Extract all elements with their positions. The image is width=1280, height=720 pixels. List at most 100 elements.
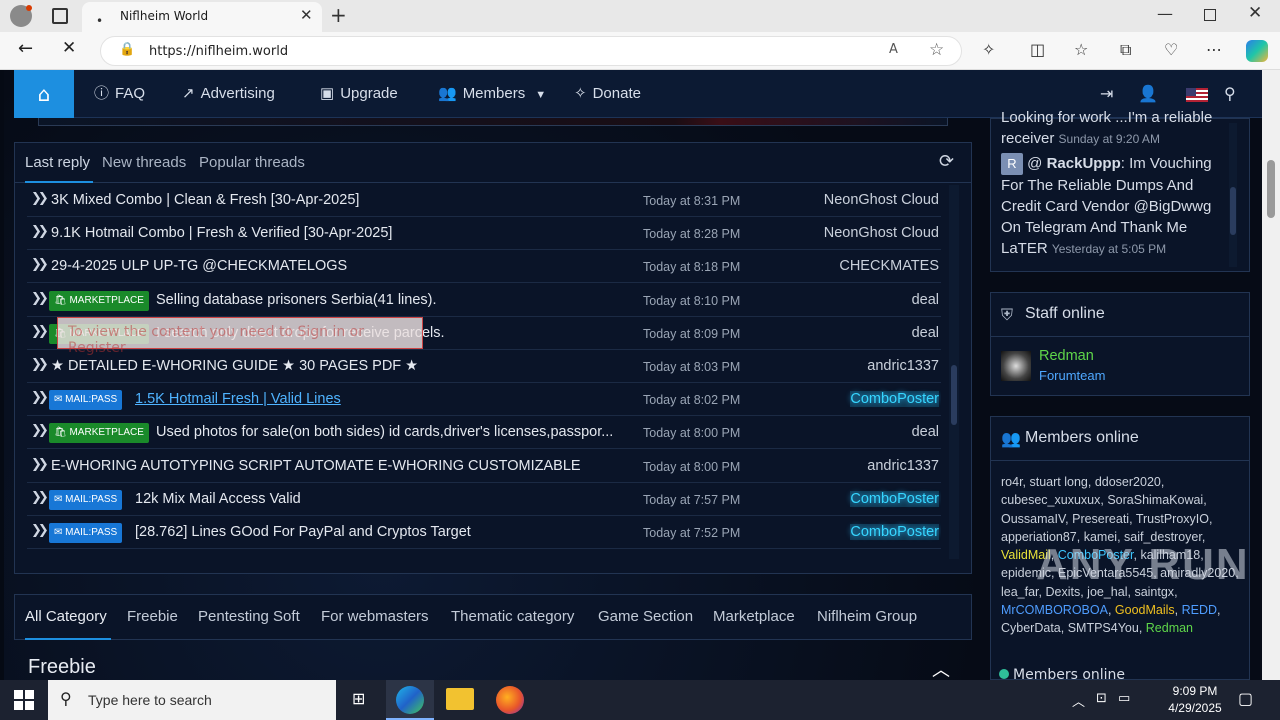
member-link[interactable]: MrCOMBOROBOA [1001,603,1108,617]
category-for-webmasters[interactable]: For webmasters [321,608,429,625]
thread-last-poster[interactable]: andric1337 [867,458,939,474]
thread-time[interactable]: Today at 8:09 PM [643,327,740,341]
member-link[interactable]: ro4r [1001,475,1023,489]
notifications-icon[interactable]: ▢ [1238,689,1253,708]
thread-last-poster[interactable]: ComboPoster [850,524,939,540]
avatar[interactable]: R [1001,153,1023,176]
thread-title[interactable]: Selling database prisoners Serbia(41 lin… [156,292,437,308]
favorite-star-icon[interactable]: ☆ [929,40,944,60]
nav-faq[interactable]: ⓘ FAQ [94,70,145,118]
category-game-section[interactable]: Game Section [598,608,693,625]
thread-row[interactable]: ❯❯ 9.1K Hotmail Combo | Fresh & Verified … [27,217,941,251]
address-bar[interactable]: 🔒 https://niflheim.world A ☆ [100,36,962,66]
taskbar-search[interactable]: ⚲ Type here to search [48,680,336,720]
tray-app-icon[interactable]: ⊡ [1096,691,1107,706]
back-arrow-icon[interactable]: ← [18,38,33,59]
thread-last-poster[interactable]: deal [912,325,939,341]
read-aloud-icon[interactable]: A [889,42,898,57]
thread-prefix-badge[interactable]: ✉ MAIL:PASS [49,489,123,510]
tab-close-icon[interactable]: ✕ [300,6,313,24]
shoutbox-scroll-thumb[interactable] [1230,187,1236,235]
language-flag-icon[interactable] [1186,88,1208,102]
firefox-icon[interactable] [496,686,524,714]
tab-new-threads[interactable]: New threads [102,154,186,171]
thread-last-poster[interactable]: CHECKMATES [839,258,939,274]
thread-title[interactable]: [28.762] Lines GOod For PayPal and Crypt… [135,524,471,540]
member-link[interactable]: TrustProxyIO [1136,512,1209,526]
member-link[interactable]: OussamaIV [1001,512,1065,526]
thread-row[interactable]: ❯❯ 29-4-2025 ULP UP-TG @CHECKMATELOGS Toda… [27,250,941,284]
browser-essentials-icon[interactable]: ♡ [1164,40,1178,59]
browser-tab[interactable]: • Niflheim World ✕ [82,2,322,32]
scroll-to-top-icon[interactable]: ︿ [932,656,950,680]
category-marketplace[interactable]: Marketplace [713,608,795,625]
member-link[interactable]: lea_far [1001,585,1039,599]
new-tab-button[interactable]: + [330,3,347,27]
thread-title[interactable]: 12k Mix Mail Access Valid [135,491,301,507]
thread-title[interactable]: Used photos for sale(on both sides) id c… [156,424,613,440]
thread-last-poster[interactable]: deal [912,424,939,440]
thread-prefix-badge[interactable]: 🛍 MARKETPLACE [49,290,149,311]
tab-actions-icon[interactable] [52,8,68,24]
refresh-icon[interactable]: ⟳ [939,151,954,172]
member-link[interactable]: ddoser2020 [1095,475,1161,489]
thread-row[interactable]: ❯❯ 🛍 MARKETPLACE Selling database prisoner… [27,284,941,317]
copilot-icon[interactable] [1246,40,1268,62]
thread-last-poster[interactable]: NeonGhost Cloud [824,225,939,241]
home-icon[interactable]: ⌂ [14,70,74,118]
thread-last-poster[interactable]: ComboPoster [850,391,939,408]
member-link[interactable]: Presereati [1072,512,1129,526]
member-link[interactable]: cubesec_xuxuxux [1001,493,1100,507]
member-link[interactable]: stuart long [1030,475,1088,489]
thread-title[interactable]: 3K Mixed Combo | Clean & Fresh [30-Apr-2… [51,192,359,208]
thread-row[interactable]: ❯❯ ✉ MAIL:PASS 1.5K Hotmail Fresh | Valid … [27,383,941,417]
nav-members[interactable]: 👥 Members ▼ [438,70,546,118]
thread-time[interactable]: Today at 8:31 PM [643,194,740,208]
thread-time[interactable]: Today at 8:10 PM [643,294,740,308]
member-link[interactable]: CyberData [1001,621,1061,635]
thread-title[interactable]: 29-4-2025 ULP UP-TG @CHECKMATELOGS [51,258,347,274]
category-all[interactable]: All Category [25,608,107,625]
top-banner[interactable] [38,118,948,126]
thread-time[interactable]: Today at 8:03 PM [643,360,740,374]
category-niflheim-group[interactable]: Niflheim Group [817,608,917,625]
edge-icon[interactable] [396,686,424,714]
thread-row[interactable]: ❯❯ 🛍 MARKETPLACE Used photos for sale(on b… [27,416,941,450]
more-menu-icon[interactable]: ⋯ [1206,40,1222,59]
member-link[interactable]: REDD [1182,603,1217,617]
page-scrollbar[interactable] [1262,70,1280,680]
thread-prefix-badge[interactable]: ✉ MAIL:PASS [49,523,123,543]
staff-username[interactable]: Redman [1039,348,1094,364]
maximize-button[interactable] [1204,9,1216,21]
thread-last-poster[interactable]: deal [912,292,939,308]
shout-username[interactable]: RackUppp [1047,155,1121,172]
close-window-button[interactable]: ✕ [1248,3,1262,23]
thread-title[interactable]: ★ DETAILED E-WHORING GUIDE ★ 30 PAGES PD… [51,358,418,374]
thread-row[interactable]: ❯❯ E-WHORING AUTOTYPING SCRIPT AUTOMATE E… [27,450,941,483]
network-icon[interactable]: ▭ [1118,691,1130,706]
shoutbox-scrollbar[interactable] [1229,123,1237,267]
thread-prefix-badge[interactable]: 🛍 MARKETPLACE [49,423,149,444]
url-text[interactable]: https://niflheim.world [149,44,288,59]
thread-prefix-badge[interactable]: ✉ MAIL:PASS [49,390,123,411]
favorites-icon[interactable]: ☆ [1074,40,1088,59]
member-link[interactable]: SoraShimaKowai [1107,493,1203,507]
avatar[interactable] [1001,351,1031,381]
taskbar-clock[interactable]: 9:09 PM 4/29/2025 [1160,683,1230,717]
member-link[interactable]: Redman [1146,621,1193,635]
thread-time[interactable]: Today at 7:57 PM [643,493,740,507]
minimize-button[interactable]: — [1157,4,1173,23]
file-explorer-icon[interactable] [446,688,474,710]
tray-chevron-icon[interactable]: ︿ [1072,691,1085,710]
category-pentesting-soft[interactable]: Pentesting Soft [198,608,300,625]
threads-scrollbar[interactable] [949,185,959,559]
tab-last-reply[interactable]: Last reply [25,154,90,171]
category-thematic[interactable]: Thematic category [451,608,574,625]
lock-icon[interactable]: 🔒 [119,42,135,57]
windows-start-icon[interactable] [14,690,34,710]
nav-advertising[interactable]: ↗ Advertising [182,70,275,118]
collections-icon[interactable]: ⧉ [1120,40,1131,60]
member-link[interactable]: SMTPS4You [1068,621,1139,635]
thread-title[interactable]: E-WHORING AUTOTYPING SCRIPT AUTOMATE E-W… [51,458,581,474]
member-link[interactable]: GoodMails [1115,603,1175,617]
